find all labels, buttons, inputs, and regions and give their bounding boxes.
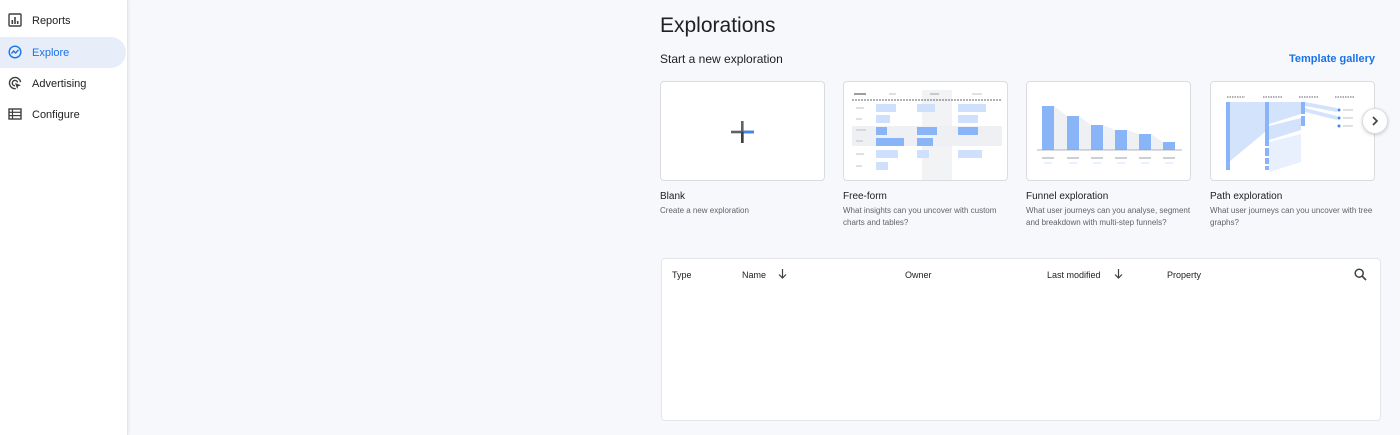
column-header-property[interactable]: Property <box>1167 270 1201 280</box>
page-title: Explorations <box>660 14 776 37</box>
card-description: Create a new exploration <box>660 206 749 215</box>
free-form-thumbnail <box>852 90 1002 180</box>
sidebar-item-label: Configure <box>32 108 80 121</box>
funnel-exploration-card[interactable] <box>1026 81 1191 181</box>
sidebar-item-label: Explore <box>32 46 70 59</box>
card-title: Blank <box>660 191 686 202</box>
card-description: What insights can you uncover with custo… <box>843 206 997 227</box>
path-thumbnail <box>1226 96 1355 172</box>
card-description: What user journeys can you analyse, segm… <box>1026 206 1191 227</box>
blank-exploration-card[interactable] <box>660 81 825 181</box>
list-icon <box>8 108 22 120</box>
section-title: Start a new exploration <box>660 52 783 66</box>
card-title: Free-form <box>843 191 887 202</box>
chevron-right-icon <box>1372 116 1379 126</box>
sidebar-item-label: Advertising <box>32 77 87 90</box>
sort-arrow-down-icon[interactable] <box>778 268 787 279</box>
card-title: Path exploration <box>1210 191 1283 202</box>
sidebar-item-configure[interactable]: Configure <box>0 99 126 130</box>
sidebar-item-reports[interactable]: Reports <box>0 5 126 36</box>
sidebar-item-label: Reports <box>32 14 71 27</box>
funnel-thumbnail <box>1037 106 1182 164</box>
card-title: Funnel exploration <box>1026 191 1109 202</box>
advertising-icon <box>8 76 22 90</box>
card-description: What user journeys can you uncover with … <box>1210 206 1373 227</box>
sort-arrow-down-icon[interactable] <box>1114 268 1123 279</box>
column-header-name[interactable]: Name <box>742 270 766 280</box>
column-header-owner[interactable]: Owner <box>905 270 932 280</box>
column-header-last-modified[interactable]: Last modified <box>1047 270 1101 280</box>
search-icon[interactable] <box>1354 268 1367 281</box>
sidebar-item-explore[interactable]: Explore <box>0 37 126 68</box>
template-gallery-link[interactable]: Template gallery <box>1289 53 1375 65</box>
sidebar-item-advertising[interactable]: Advertising <box>0 68 126 99</box>
path-exploration-card[interactable] <box>1210 81 1375 181</box>
explorations-table: Type Name Owner Last modified Property <box>661 258 1381 421</box>
plus-icon <box>731 121 754 143</box>
explore-icon <box>8 45 22 59</box>
sidebar: Reports Explore Advertising Configure <box>0 0 128 435</box>
next-templates-button[interactable] <box>1362 108 1388 134</box>
bar-chart-icon <box>8 13 22 27</box>
free-form-card[interactable] <box>843 81 1008 181</box>
column-header-type[interactable]: Type <box>672 270 692 280</box>
